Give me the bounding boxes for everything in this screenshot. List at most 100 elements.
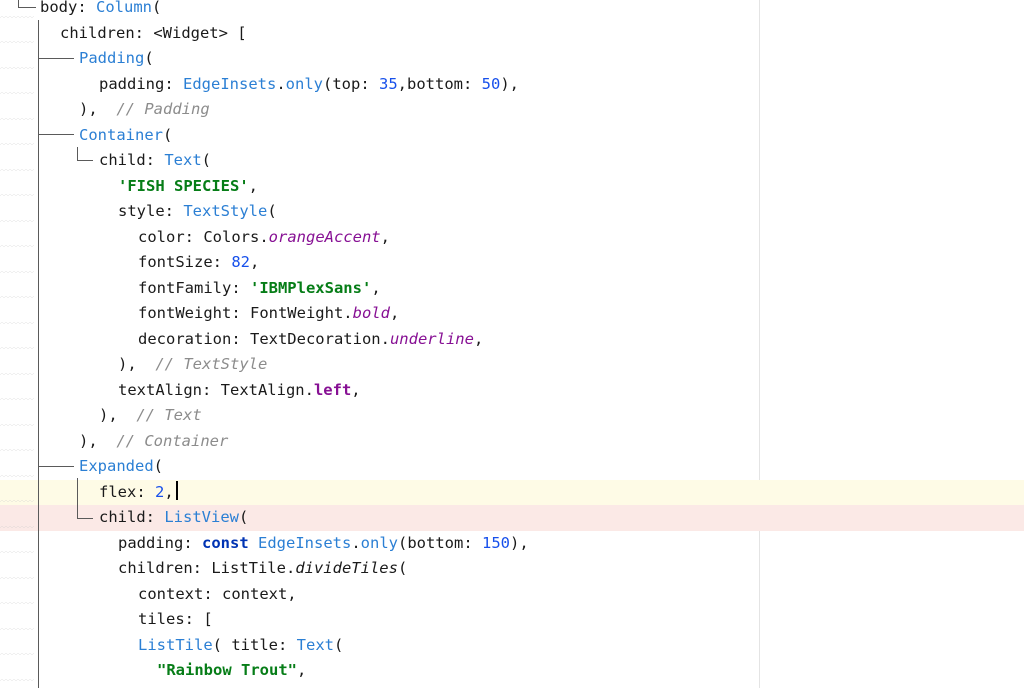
code-line[interactable]: style: TextStyle( xyxy=(0,199,1024,225)
code-token: (bottom: xyxy=(398,533,482,552)
code-token: "Rainbow Trout" xyxy=(157,661,297,679)
code-token: orangeAccent xyxy=(268,227,381,246)
code-line[interactable]: ListTile( title: Text( xyxy=(0,633,1024,659)
code-line-text: fontFamily: 'IBMPlexSans', xyxy=(138,276,381,302)
code-line-text: decoration: TextDecoration.underline, xyxy=(138,327,483,353)
code-token: padding: xyxy=(118,533,202,552)
code-line[interactable]: children: <Widget> [ xyxy=(0,21,1024,47)
code-token: children: <Widget> [ xyxy=(60,23,247,42)
code-line[interactable]: color: Colors.orangeAccent, xyxy=(0,225,1024,251)
code-token: Column xyxy=(96,0,152,16)
code-line-text: children: ListTile.divideTiles( xyxy=(118,556,407,582)
code-token: ), xyxy=(99,406,137,424)
code-line[interactable]: ), // Padding xyxy=(0,97,1024,123)
code-line-text: ), // TextStyle xyxy=(118,352,267,378)
code-token: , xyxy=(296,661,307,679)
code-token: , xyxy=(351,380,361,399)
code-line-text: Padding( xyxy=(79,46,154,72)
code-token: style: xyxy=(118,202,184,220)
code-token: 50 xyxy=(481,74,501,93)
code-token: // TextStyle xyxy=(155,355,268,373)
code-line[interactable]: 'FISH SPECIES', xyxy=(0,174,1024,200)
code-line[interactable]: "Rainbow Trout", xyxy=(0,658,1024,684)
code-line-text: tiles: [ xyxy=(138,607,213,633)
code-line[interactable]: decoration: TextDecoration.underline, xyxy=(0,327,1024,353)
code-token: ( xyxy=(152,0,162,16)
code-line-text: padding: const EdgeInsets.only(bottom: 1… xyxy=(118,531,529,557)
code-token: , xyxy=(371,278,381,297)
code-token: . xyxy=(276,74,286,93)
code-token: fontWeight: FontWeight. xyxy=(138,304,353,322)
code-line[interactable]: Padding( xyxy=(0,46,1024,72)
code-token: ( title: xyxy=(212,635,297,654)
code-token: fontFamily: xyxy=(138,278,250,297)
code-token: , xyxy=(248,176,258,195)
code-line[interactable]: child: ListView( xyxy=(0,505,1024,531)
code-token: divideTiles xyxy=(295,559,398,577)
code-line-text: ), // Text xyxy=(99,403,202,429)
code-line[interactable]: tiles: [ xyxy=(0,607,1024,633)
code-token: Text xyxy=(296,635,334,654)
code-token: ( xyxy=(397,559,408,577)
code-token: // Text xyxy=(136,406,202,424)
code-token: fontSize: xyxy=(138,253,232,271)
code-line-text: body: Column( xyxy=(40,0,161,21)
code-line[interactable]: body: Column( xyxy=(0,0,1024,21)
code-token: const xyxy=(202,533,258,552)
code-token: underline xyxy=(389,329,474,348)
code-editor[interactable]: body: Column(children: <Widget> [Padding… xyxy=(0,0,1024,688)
code-token: ( xyxy=(163,125,173,144)
code-line-text: fontSize: 82, xyxy=(138,250,259,276)
code-token: body: xyxy=(40,0,96,16)
code-line-text: child: Text( xyxy=(99,148,211,174)
code-token: ), xyxy=(500,74,520,93)
code-line[interactable]: fontFamily: 'IBMPlexSans', xyxy=(0,276,1024,302)
code-line-text: children: <Widget> [ xyxy=(60,21,247,47)
code-line[interactable]: ), // TextStyle xyxy=(0,352,1024,378)
code-token: ( xyxy=(333,635,344,654)
code-token: EdgeInsets xyxy=(258,533,352,552)
code-token: ( xyxy=(238,508,249,526)
code-token: , xyxy=(380,227,390,246)
code-token: Padding xyxy=(79,49,145,67)
code-line-text: 'FISH SPECIES', xyxy=(118,174,258,200)
code-line[interactable]: child: Text( xyxy=(0,148,1024,174)
code-line[interactable]: children: ListTile.divideTiles( xyxy=(0,556,1024,582)
code-line[interactable]: fontWeight: FontWeight.bold, xyxy=(0,301,1024,327)
code-token: ListTile xyxy=(138,635,213,654)
code-line-text: Expanded( xyxy=(79,454,163,480)
text-caret xyxy=(176,481,178,500)
code-line[interactable]: ), // Container xyxy=(0,429,1024,455)
code-line-text: ), // Padding xyxy=(79,97,210,123)
code-token: tiles: [ xyxy=(138,610,213,628)
code-token: EdgeInsets xyxy=(183,74,277,93)
code-token: , xyxy=(250,253,260,271)
code-token: 82 xyxy=(231,253,250,271)
code-line[interactable]: Container( xyxy=(0,123,1024,149)
indent-guide-line xyxy=(77,147,78,160)
code-token: only xyxy=(360,533,398,552)
code-token: , xyxy=(389,304,400,322)
code-line-text: flex: 2, xyxy=(99,480,174,506)
code-line[interactable]: padding: EdgeInsets.only(top: 35,bottom:… xyxy=(0,72,1024,98)
code-line-text: context: context, xyxy=(138,582,297,608)
code-line-text: padding: EdgeInsets.only(top: 35,bottom:… xyxy=(99,72,519,98)
code-token: flex: xyxy=(99,482,155,501)
code-token: ), xyxy=(79,431,117,450)
code-line[interactable]: fontSize: 82, xyxy=(0,250,1024,276)
code-line[interactable]: context: context, xyxy=(0,582,1024,608)
code-token: left xyxy=(313,380,352,399)
code-token: Expanded xyxy=(79,457,154,475)
code-token: (top: xyxy=(323,74,379,93)
code-line-text: textAlign: TextAlign.left, xyxy=(118,378,361,404)
code-token: color: Colors. xyxy=(138,227,269,246)
indent-guide-branch xyxy=(77,518,93,519)
code-line[interactable]: flex: 2, xyxy=(0,479,1024,506)
code-line[interactable]: Expanded( xyxy=(0,454,1024,480)
code-line[interactable]: padding: const EdgeInsets.only(bottom: 1… xyxy=(0,531,1024,557)
code-line[interactable]: textAlign: TextAlign.left, xyxy=(0,378,1024,404)
code-token: textAlign: TextAlign. xyxy=(118,380,314,399)
code-token: TextStyle xyxy=(183,202,268,220)
code-line[interactable]: ), // Text xyxy=(0,403,1024,429)
code-token: 35 xyxy=(379,74,398,93)
